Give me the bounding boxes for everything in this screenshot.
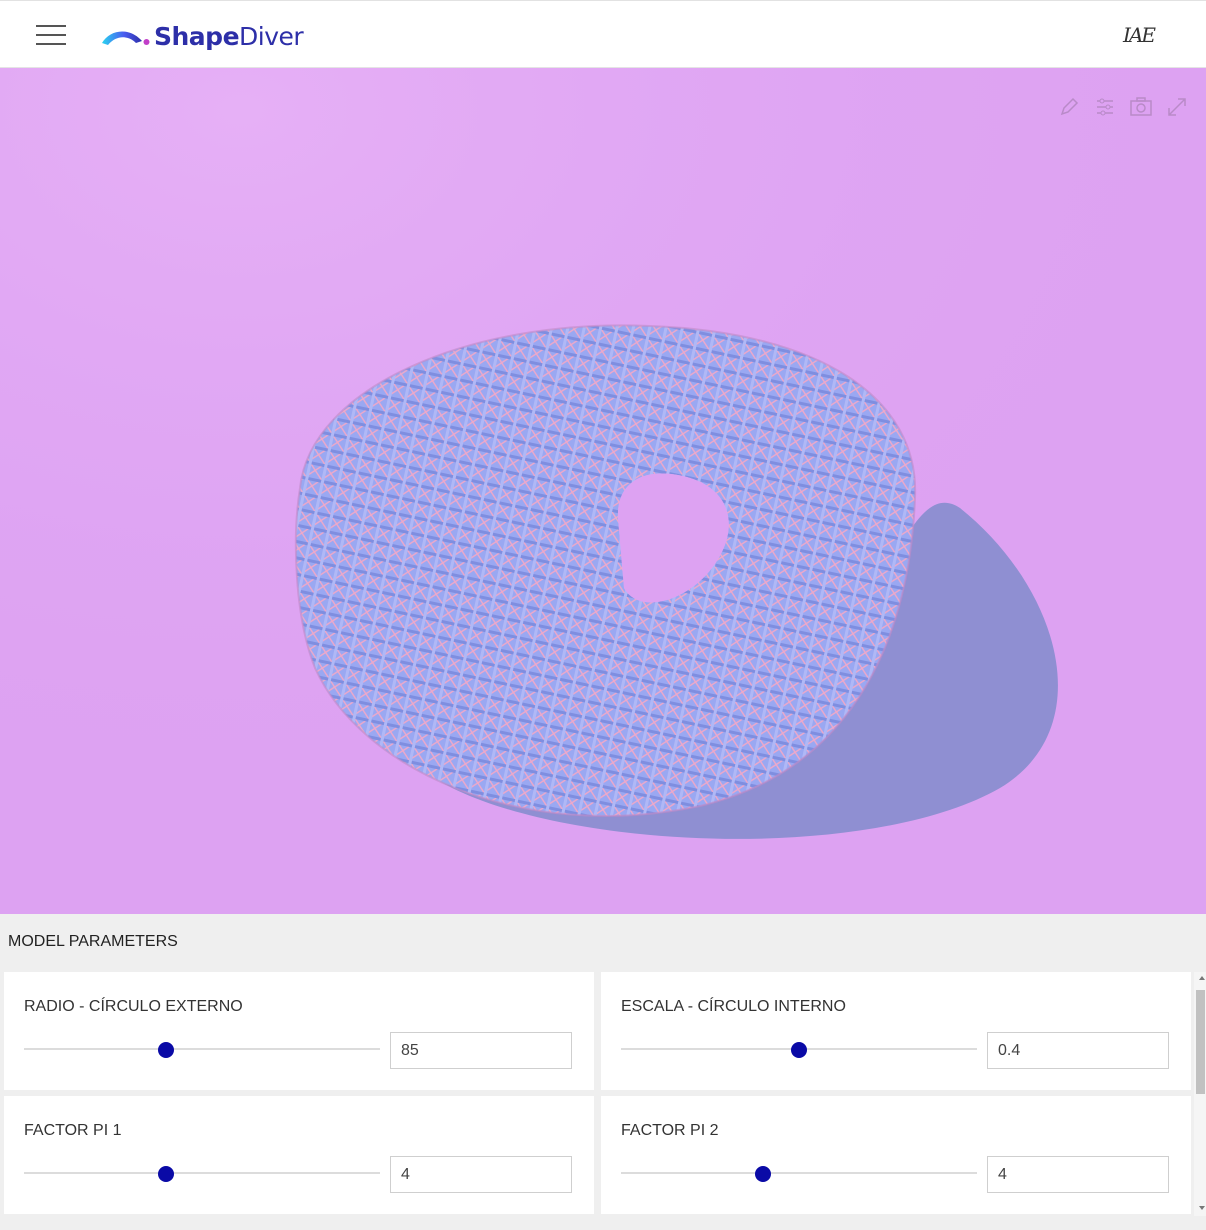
parameter-value-input[interactable] — [390, 1032, 572, 1069]
slider-thumb[interactable] — [791, 1042, 807, 1058]
parameter-label: FACTOR PI 2 — [621, 1122, 719, 1139]
viewport-toolbar — [1056, 94, 1190, 120]
parameter-card-factor-pi-1: FACTOR PI 1 — [4, 1096, 594, 1214]
top-bar: ShapeDiver IAE — [0, 0, 1206, 68]
parameter-card-escala: ESCALA - CÍRCULO INTERNO — [601, 972, 1191, 1090]
expand-icon[interactable] — [1164, 94, 1190, 120]
shapediver-logo-icon — [102, 31, 150, 45]
scroll-up-arrow-icon[interactable] — [1199, 976, 1205, 980]
parameter-value-input[interactable] — [987, 1032, 1169, 1069]
slider-track[interactable] — [621, 1172, 977, 1174]
scrollbar-thumb[interactable] — [1196, 990, 1205, 1094]
slider-track[interactable] — [24, 1172, 380, 1174]
model-parameters-title: MODEL PARAMETERS — [8, 933, 178, 950]
parameter-value-input[interactable] — [987, 1156, 1169, 1193]
pencil-icon[interactable] — [1056, 94, 1082, 120]
slider-thumb[interactable] — [158, 1042, 175, 1058]
slider-thumb[interactable] — [755, 1166, 772, 1182]
parameter-label: FACTOR PI 1 — [24, 1122, 122, 1139]
logo-text: ShapeDiver — [154, 21, 304, 51]
sliders-icon[interactable] — [1092, 94, 1118, 120]
parameter-value-input[interactable] — [390, 1156, 572, 1193]
camera-icon[interactable] — [1128, 94, 1154, 120]
parameter-label: ESCALA - CÍRCULO INTERNO — [621, 998, 846, 1015]
3d-viewport[interactable] — [0, 68, 1206, 914]
logo-text-regular: Diver — [239, 21, 304, 51]
scroll-down-arrow-icon[interactable] — [1199, 1206, 1205, 1210]
slider-track[interactable] — [24, 1048, 380, 1050]
logo-text-bold: Shape — [154, 21, 240, 51]
slider-thumb[interactable] — [158, 1166, 175, 1182]
hamburger-menu-icon[interactable] — [36, 25, 66, 47]
parameter-card-factor-pi-2: FACTOR PI 2 — [601, 1096, 1191, 1214]
parameter-label: RADIO - CÍRCULO EXTERNO — [24, 998, 243, 1015]
brand-mark: IAE — [1123, 23, 1156, 47]
shapediver-logo[interactable]: ShapeDiver — [100, 19, 304, 53]
parameter-card-radio: RADIO - CÍRCULO EXTERNO — [4, 972, 594, 1090]
torus-model[interactable] — [0, 68, 1206, 914]
